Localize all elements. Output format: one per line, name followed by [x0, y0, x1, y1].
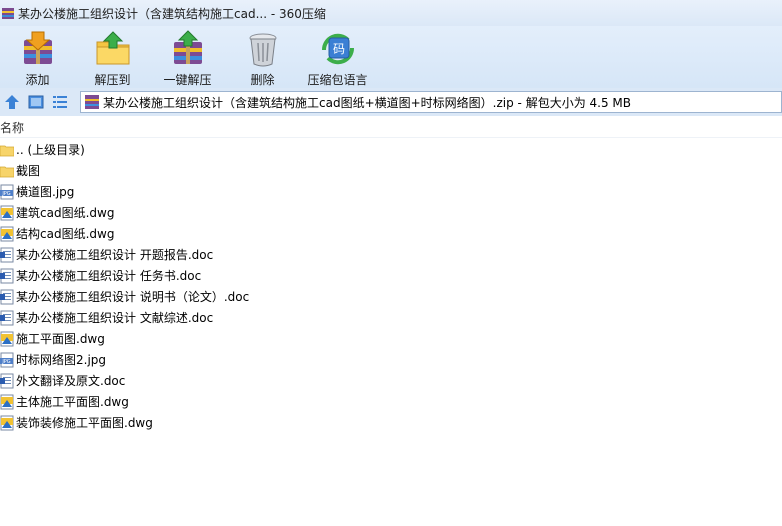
file-name: 建筑cad图纸.dwg — [16, 206, 115, 220]
up-arrow-icon — [5, 95, 19, 109]
cad-file-icon — [0, 205, 14, 220]
image-file-icon: JPG — [0, 352, 14, 367]
file-name: 横道图.jpg — [16, 185, 75, 199]
word-document-icon — [0, 289, 14, 304]
add-archive-icon — [23, 31, 52, 64]
svg-text:JPG: JPG — [1, 191, 10, 197]
file-name: 装饰装修施工平面图.dwg — [16, 416, 153, 430]
add-button[interactable]: 添加 — [0, 26, 75, 88]
file-row[interactable]: JPG 横道图.jpg — [0, 181, 782, 202]
extract-to-label: 解压到 — [94, 73, 131, 87]
folder-row[interactable]: .. (上级目录) — [0, 139, 782, 160]
extract-to-button[interactable]: 解压到 — [75, 26, 150, 88]
file-row[interactable]: 装饰装修施工平面图.dwg — [0, 412, 782, 433]
file-name: 某办公楼施工组织设计 文献综述.doc — [16, 311, 214, 325]
file-row[interactable]: 外文翻译及原文.doc — [0, 370, 782, 391]
extract-to-icon — [96, 31, 129, 65]
one-click-extract-icon — [173, 30, 202, 64]
cad-file-icon — [0, 226, 14, 241]
file-name: 结构cad图纸.dwg — [16, 227, 115, 241]
archive-language-button[interactable]: 码 压缩包语言 — [300, 26, 375, 88]
view-list-button[interactable] — [48, 90, 72, 114]
file-name: .. (上级目录) — [16, 143, 85, 157]
one-click-extract-label: 一键解压 — [163, 73, 212, 87]
cad-file-icon — [0, 415, 14, 430]
word-document-icon — [0, 268, 14, 283]
file-row[interactable]: 某办公楼施工组织设计 任务书.doc — [0, 265, 782, 286]
cad-file-icon — [0, 394, 14, 409]
folder-row[interactable]: 截图 — [0, 160, 782, 181]
file-row[interactable]: 施工平面图.dwg — [0, 328, 782, 349]
word-document-icon — [0, 373, 14, 388]
file-list: .. (上级目录) 截图 JPG 横道图.jpg 建筑cad图纸.dwg 结构cad图纸.… — [0, 139, 782, 433]
address-field[interactable]: 某办公楼施工组织设计（含建筑结构施工cad图纸+横道图+时标网络图）.zip -… — [80, 91, 782, 113]
address-bar: 某办公楼施工组织设计（含建筑结构施工cad图纸+横道图+时标网络图）.zip -… — [0, 88, 782, 116]
file-name: 某办公楼施工组织设计 任务书.doc — [16, 269, 202, 283]
up-button[interactable] — [0, 90, 24, 114]
archive-language-label: 压缩包语言 — [307, 73, 368, 87]
file-row[interactable]: 某办公楼施工组织设计 说明书（论文）.doc — [0, 286, 782, 307]
file-name: 截图 — [16, 164, 41, 178]
file-row[interactable]: 主体施工平面图.dwg — [0, 391, 782, 412]
zip-file-icon — [85, 95, 99, 109]
address-path: 某办公楼施工组织设计（含建筑结构施工cad图纸+横道图+时标网络图）.zip -… — [103, 95, 632, 110]
word-document-icon — [0, 247, 14, 262]
list-header: 名称 — [0, 118, 782, 138]
file-name: 主体施工平面图.dwg — [16, 395, 129, 409]
file-row[interactable]: 建筑cad图纸.dwg — [0, 202, 782, 223]
file-name: 施工平面图.dwg — [16, 332, 105, 346]
image-file-icon: JPG — [0, 184, 14, 199]
trash-icon — [249, 33, 276, 67]
column-header-name[interactable]: 名称 — [0, 119, 24, 136]
archive-app-icon — [2, 7, 14, 19]
file-name: 时标网络图2.jpg — [16, 353, 107, 367]
file-row[interactable]: JPG 时标网络图2.jpg — [0, 349, 782, 370]
folder-icon — [0, 145, 14, 156]
thumbnail-view-icon — [28, 95, 44, 109]
folder-icon — [0, 166, 14, 177]
file-row[interactable]: 某办公楼施工组织设计 开题报告.doc — [0, 244, 782, 265]
view-thumbnail-button[interactable] — [24, 90, 48, 114]
file-name: 某办公楼施工组织设计 说明书（论文）.doc — [16, 290, 250, 304]
svg-text:码: 码 — [332, 42, 344, 56]
toolbar: 添加 解压到 一键解压 删除 码 压缩包语言 — [0, 26, 782, 88]
delete-button[interactable]: 删除 — [225, 26, 300, 88]
file-row[interactable]: 某办公楼施工组织设计 文献综述.doc — [0, 307, 782, 328]
cad-file-icon — [0, 331, 14, 346]
file-name: 某办公楼施工组织设计 开题报告.doc — [16, 248, 214, 262]
file-row[interactable]: 结构cad图纸.dwg — [0, 223, 782, 244]
archive-language-icon: 码 — [321, 33, 354, 65]
file-name: 外文翻译及原文.doc — [16, 374, 126, 388]
window-title: 某办公楼施工组织设计（含建筑结构施工cad... - 360压缩 — [18, 6, 326, 21]
one-click-extract-button[interactable]: 一键解压 — [150, 26, 225, 88]
delete-label: 删除 — [250, 73, 275, 87]
word-document-icon — [0, 310, 14, 325]
list-view-icon — [53, 96, 67, 108]
title-bar: 某办公楼施工组织设计（含建筑结构施工cad... - 360压缩 — [0, 0, 782, 26]
add-label: 添加 — [25, 73, 50, 87]
svg-text:JPG: JPG — [1, 359, 10, 365]
